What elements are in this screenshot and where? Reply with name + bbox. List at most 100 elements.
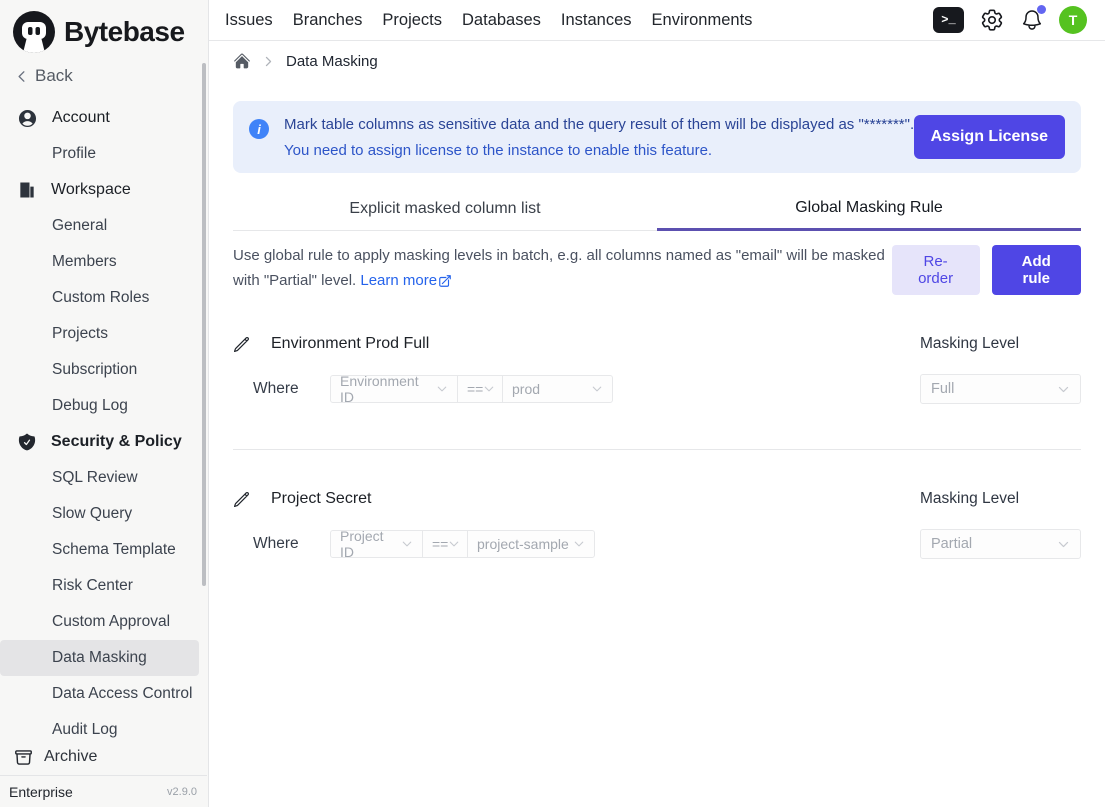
chevron-down-icon <box>1057 383 1070 396</box>
item-label: Members <box>52 253 117 271</box>
sidebar-item-general[interactable]: General <box>0 208 208 244</box>
condition-field-select[interactable]: Environment ID <box>330 375 458 403</box>
assign-license-button[interactable]: Assign License <box>914 115 1065 159</box>
top-nav: Issues Branches Projects Databases Insta… <box>225 11 752 30</box>
section-label: Account <box>52 109 110 127</box>
page-content: Data Masking i Mark table columns as sen… <box>209 41 1105 807</box>
sidebar-item-slow-query[interactable]: Slow Query <box>0 496 208 532</box>
reorder-button[interactable]: Re-order <box>892 245 980 295</box>
tab-explicit-masked-column-list[interactable]: Explicit masked column list <box>233 187 657 231</box>
info-icon: i <box>249 119 269 139</box>
masking-level-value: Full <box>931 381 954 397</box>
item-label: Audit Log <box>52 721 118 739</box>
chevron-down-icon <box>483 383 495 395</box>
sidebar-section-workspace[interactable]: Workspace <box>0 172 208 208</box>
where-label: Where <box>253 535 330 553</box>
gear-icon[interactable] <box>979 7 1005 33</box>
item-label: Profile <box>52 145 96 163</box>
pencil-icon[interactable] <box>233 336 250 353</box>
bell-icon[interactable] <box>1020 8 1044 32</box>
masking-level-select[interactable]: Partial <box>920 529 1081 559</box>
nav-item-issues[interactable]: Issues <box>225 11 273 30</box>
condition-operator-select[interactable]: == <box>422 530 468 558</box>
toolbar-buttons: Re-order Add rule <box>892 245 1081 295</box>
chevron-down-icon <box>591 383 603 395</box>
sidebar-item-debug-log[interactable]: Debug Log <box>0 388 208 424</box>
chevron-down-icon <box>436 383 448 395</box>
sidebar-scrollbar[interactable] <box>202 63 206 586</box>
condition-value-select[interactable]: project-sample <box>467 530 595 558</box>
sidebar-item-data-masking[interactable]: Data Masking <box>0 640 199 676</box>
masking-rule-project-secret: Project Secret Masking Level Where Proje… <box>233 490 1081 559</box>
back-button[interactable]: Back <box>0 62 208 90</box>
sidebar-item-sql-review[interactable]: SQL Review <box>0 460 208 496</box>
nav-item-instances[interactable]: Instances <box>561 11 632 30</box>
app-window: Bytebase Back Account Profile Workspace <box>0 0 1105 807</box>
learn-more-link[interactable]: Learn more <box>360 268 452 293</box>
archive-label: Archive <box>44 748 97 766</box>
rule-divider <box>233 449 1081 450</box>
section-label: Security & Policy <box>51 433 182 451</box>
sidebar-item-data-access-control[interactable]: Data Access Control <box>0 676 208 712</box>
license-banner: i Mark table columns as sensitive data a… <box>233 101 1081 173</box>
banner-text: Mark table columns as sensitive data and… <box>284 116 914 159</box>
breadcrumb: Data Masking <box>233 41 1081 81</box>
main-column: Issues Branches Projects Databases Insta… <box>209 0 1105 807</box>
brand[interactable]: Bytebase <box>0 0 208 56</box>
sidebar-item-archive[interactable]: Archive <box>0 739 207 775</box>
sidebar-item-risk-center[interactable]: Risk Center <box>0 568 208 604</box>
masking-level-select[interactable]: Full <box>920 374 1081 404</box>
version-label: v2.9.0 <box>167 786 197 798</box>
top-navigation-bar: Issues Branches Projects Databases Insta… <box>209 0 1105 41</box>
rules-toolbar: Use global rule to apply masking levels … <box>233 243 1081 295</box>
add-rule-button[interactable]: Add rule <box>992 245 1081 295</box>
user-circle-icon <box>17 108 38 129</box>
chevron-down-icon <box>1057 538 1070 551</box>
sidebar-item-projects[interactable]: Projects <box>0 316 208 352</box>
sidebar-item-schema-template[interactable]: Schema Template <box>0 532 208 568</box>
masking-level-value: Partial <box>931 536 972 552</box>
sidebar-item-profile[interactable]: Profile <box>0 136 208 172</box>
building-icon <box>17 180 37 200</box>
masking-rule-environment-prod-full: Environment Prod Full Masking Level Wher… <box>233 335 1081 404</box>
archive-box-icon <box>14 748 33 767</box>
breadcrumb-current: Data Masking <box>286 53 378 70</box>
chevron-left-icon <box>14 69 29 84</box>
sidebar-section-account[interactable]: Account <box>0 100 208 136</box>
sidebar-item-custom-approval[interactable]: Custom Approval <box>0 604 208 640</box>
sidebar-item-subscription[interactable]: Subscription <box>0 352 208 388</box>
sidebar-item-custom-roles[interactable]: Custom Roles <box>0 280 208 316</box>
chevron-down-icon <box>573 538 585 550</box>
sql-editor-terminal-icon[interactable]: >_ <box>933 7 964 33</box>
plan-label: Enterprise <box>9 784 73 800</box>
nav-item-databases[interactable]: Databases <box>462 11 541 30</box>
banner-line1: Mark table columns as sensitive data and… <box>284 116 914 133</box>
sidebar-nav: Account Profile Workspace General Member… <box>0 90 208 748</box>
item-label: Custom Approval <box>52 613 170 631</box>
condition-value-select[interactable]: prod <box>502 375 613 403</box>
sidebar-section-security-policy[interactable]: Security & Policy <box>0 424 208 460</box>
nav-item-branches[interactable]: Branches <box>293 11 363 30</box>
item-label: SQL Review <box>52 469 138 487</box>
learn-more-label: Learn more <box>360 268 437 293</box>
nav-item-environments[interactable]: Environments <box>652 11 753 30</box>
avatar[interactable]: T <box>1059 6 1087 34</box>
condition-value: project-sample <box>477 536 569 552</box>
condition-operator-select[interactable]: == <box>457 375 503 403</box>
tab-global-masking-rule[interactable]: Global Masking Rule <box>657 187 1081 231</box>
pencil-icon[interactable] <box>233 491 250 508</box>
masking-level-label: Masking Level <box>920 490 1019 507</box>
field-value: Project ID <box>340 528 401 560</box>
topbar-icons: >_ T <box>933 6 1105 34</box>
condition-field-select[interactable]: Project ID <box>330 530 423 558</box>
nav-item-projects[interactable]: Projects <box>382 11 442 30</box>
banner-line2: You need to assign license to the instan… <box>284 142 914 159</box>
operator-value: == <box>432 536 448 552</box>
home-icon[interactable] <box>233 52 251 70</box>
sidebar: Bytebase Back Account Profile Workspace <box>0 0 209 807</box>
terminal-glyph: >_ <box>941 13 955 27</box>
masking-level-label: Masking Level <box>920 335 1019 352</box>
sidebar-item-members[interactable]: Members <box>0 244 208 280</box>
description-text: Use global rule to apply masking levels … <box>233 247 885 289</box>
item-label: Custom Roles <box>52 289 149 307</box>
